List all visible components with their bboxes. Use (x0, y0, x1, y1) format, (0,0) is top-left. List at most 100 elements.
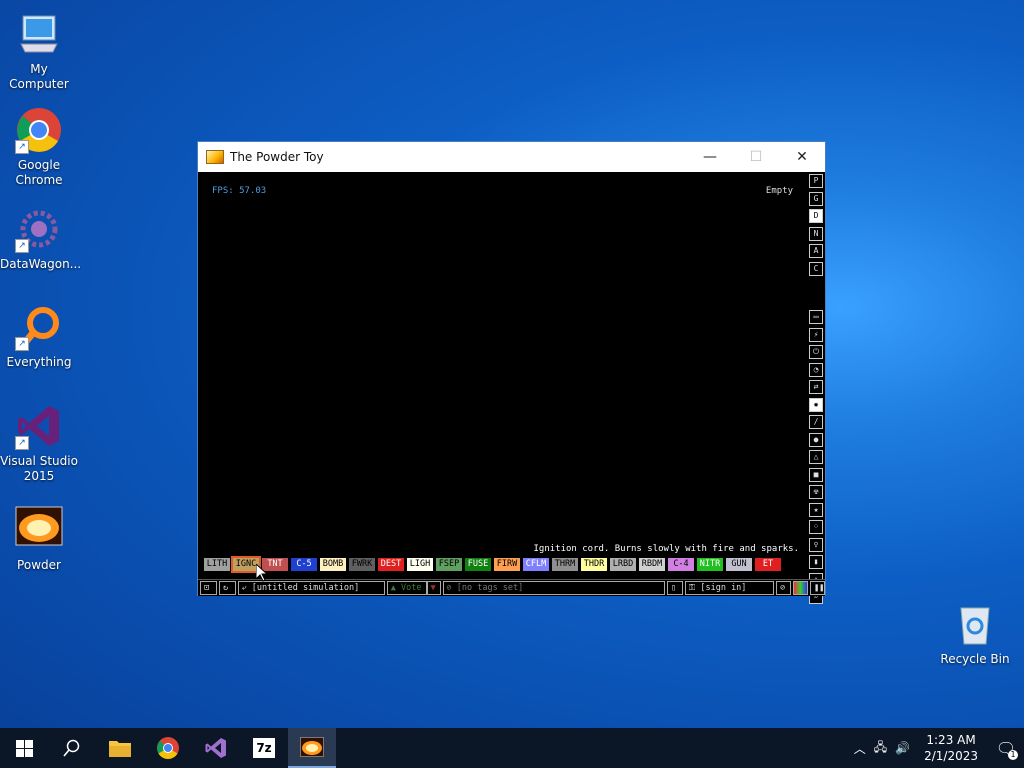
vote-down-button[interactable]: ▼ (426, 581, 441, 595)
electronics-category-icon[interactable]: ▭ (809, 310, 823, 324)
clock[interactable]: 1:23 AM 2/1/2023 (924, 732, 978, 764)
powders-category-icon[interactable]: △ (809, 450, 823, 464)
maximize-button[interactable]: ☐ (733, 142, 779, 172)
reload-button[interactable]: ↻ (218, 581, 236, 595)
maximize-icon: ☐ (749, 149, 763, 165)
element-button-cflm[interactable]: CFLM (523, 558, 549, 571)
element-button-c-4[interactable]: C-4 (668, 558, 694, 571)
element-button-et[interactable]: ET (755, 558, 781, 571)
favorites-category-icon[interactable]: ▮ (809, 555, 823, 569)
menu-button-a[interactable]: A (809, 244, 823, 258)
desktop-icon-label: DataWagon... (0, 257, 82, 271)
taskbar-visual-studio[interactable] (192, 728, 240, 768)
desktop-icon-powder[interactable]: Powder (0, 506, 78, 573)
search-icon (63, 739, 80, 757)
powered-category-icon[interactable]: ⚡ (809, 327, 823, 342)
taskbar-powder-toy[interactable] (288, 728, 336, 768)
element-button-fsep[interactable]: FSEP (436, 558, 462, 571)
life-category-icon[interactable]: ⁘ (809, 520, 823, 534)
tags-button[interactable]: ⊘ [no tags set] (442, 581, 665, 595)
element-button-gun[interactable]: GUN (726, 558, 752, 571)
special-category-icon[interactable]: ★ (809, 502, 823, 517)
sensors-category-icon[interactable]: ⏻ (809, 345, 823, 359)
simulation-canvas[interactable]: FPS: 57.03 Empty Ignition cord. Burns sl… (198, 172, 826, 604)
element-button-ligh[interactable]: LIGH (407, 558, 433, 571)
menu-button-p[interactable]: P (809, 174, 823, 188)
minimize-icon: — (703, 149, 717, 165)
desktop-icon-everything[interactable]: ↗ Everything (0, 303, 78, 370)
taskbar-file-explorer[interactable] (96, 728, 144, 768)
chevron-up-icon[interactable]: ︿ (854, 740, 866, 757)
7zip-icon: 7z (253, 738, 275, 758)
element-button-fwrk[interactable]: FWRK (349, 558, 375, 571)
desktop-icon-my-computer[interactable]: My Computer (0, 10, 78, 92)
radioactive-category-icon[interactable]: ☢ (809, 485, 823, 499)
pause-button[interactable]: ❚❚ (810, 581, 826, 595)
start-button[interactable] (0, 728, 48, 768)
desktop-icon-recycle-bin[interactable]: Recycle Bin (936, 600, 1014, 667)
tags-label: [no tags set] (456, 583, 524, 593)
powder-icon (15, 506, 63, 554)
force-category-icon[interactable]: ◔ (809, 362, 823, 377)
element-button-lith[interactable]: LITH (204, 558, 230, 571)
network-icon[interactable]: 🖧 (874, 738, 887, 759)
desktop-icon-datawagon[interactable]: ↗ DataWagon... (0, 205, 82, 272)
mouse-cursor-icon (255, 562, 269, 586)
title-bar[interactable]: The Powder Toy — ☐ ✕ (198, 142, 825, 172)
powder-icon (300, 737, 324, 757)
computer-icon (15, 10, 63, 58)
vote-up-button[interactable]: ▲ Vote (386, 581, 427, 595)
menu-button-c[interactable]: C (809, 261, 823, 276)
element-button-nitr[interactable]: NITR (697, 558, 723, 571)
element-button-c-5[interactable]: C-5 (291, 558, 317, 571)
sign-in-button[interactable]: ⚿ [sign in] (684, 581, 775, 595)
powder-toy-window[interactable]: The Powder Toy — ☐ ✕ FPS: 57.03 Empty Ig… (197, 141, 826, 604)
save-icon: ⤶ (241, 583, 247, 593)
clock-time: 1:23 AM (926, 733, 976, 747)
menu-button-n[interactable]: N (809, 226, 823, 241)
menu-button-g[interactable]: G (809, 191, 823, 206)
notification-button[interactable]: 🗨 1 (988, 728, 1024, 768)
element-button-fuse[interactable]: FUSE (465, 558, 491, 571)
windows-icon (15, 739, 33, 757)
minimize-button[interactable]: — (687, 142, 733, 172)
solids-category-icon[interactable]: ■ (809, 467, 823, 482)
element-button-thrm[interactable]: THRM (552, 558, 578, 571)
element-button-firw[interactable]: FIRW (494, 558, 520, 571)
gases-category-icon[interactable]: ∕ (809, 415, 823, 429)
clock-date: 2/1/2023 (924, 749, 978, 763)
element-button-dest[interactable]: DEST (378, 558, 404, 571)
menu-button-d[interactable]: D (809, 209, 823, 223)
element-button-thdr[interactable]: THDR (581, 558, 607, 571)
key-icon: ⚿ (688, 583, 696, 593)
window-title: The Powder Toy (230, 150, 324, 164)
explosives-alt-category-icon[interactable]: ⇄ (809, 380, 823, 394)
visual-studio-icon (205, 738, 226, 758)
settings-button[interactable]: ⊘ (776, 581, 792, 595)
desktop-icon-chrome[interactable]: ↗ Google Chrome (0, 106, 78, 188)
clear-button[interactable]: ▯ (666, 581, 683, 595)
desktop-icon-label: My Computer (9, 62, 69, 91)
close-button[interactable]: ✕ (779, 142, 825, 172)
volume-icon[interactable]: 🔊 (895, 741, 910, 755)
desktop-icon-visual-studio[interactable]: ↗ Visual Studio 2015 (0, 402, 78, 484)
taskbar-7zip[interactable]: 7z (240, 728, 288, 768)
render-mode-button[interactable] (793, 581, 809, 595)
tools-category-icon[interactable]: ♀ (809, 537, 823, 552)
new-file-icon: ▯ (670, 583, 676, 593)
open-save-button[interactable]: ⊡ (200, 581, 217, 595)
taskbar-chrome[interactable] (144, 728, 192, 768)
liquids-category-icon[interactable]: ● (809, 432, 823, 447)
notification-count: 1 (1008, 750, 1018, 760)
element-button-lrbd[interactable]: LRBD (610, 558, 636, 571)
vote-up-icon: ▲ (390, 583, 396, 593)
hover-info: Empty (765, 186, 793, 196)
element-button-bomb[interactable]: BOMB (320, 558, 346, 571)
category-menu: ▭ ⚡ ⏻ ◔ ⇄ ✸ ∕ ● △ ■ ☢ ★ ⁘ ♀ ▮ ⌂ ⌕ (809, 310, 823, 608)
explosives-category-icon[interactable]: ✸ (809, 397, 823, 412)
taskbar: 7z ︿ 🖧 🔊 1:23 AM 2/1/2023 🗨 1 (0, 728, 1024, 768)
element-bar: LITH IGNC TNT C-5 BOMB FWRK DEST LIGH FSEP FUSE FI… (204, 556, 781, 573)
element-description: Ignition cord. Burns slowly with fire an… (533, 544, 799, 554)
element-button-rbdm[interactable]: RBDM (639, 558, 665, 571)
search-button[interactable] (48, 728, 96, 768)
